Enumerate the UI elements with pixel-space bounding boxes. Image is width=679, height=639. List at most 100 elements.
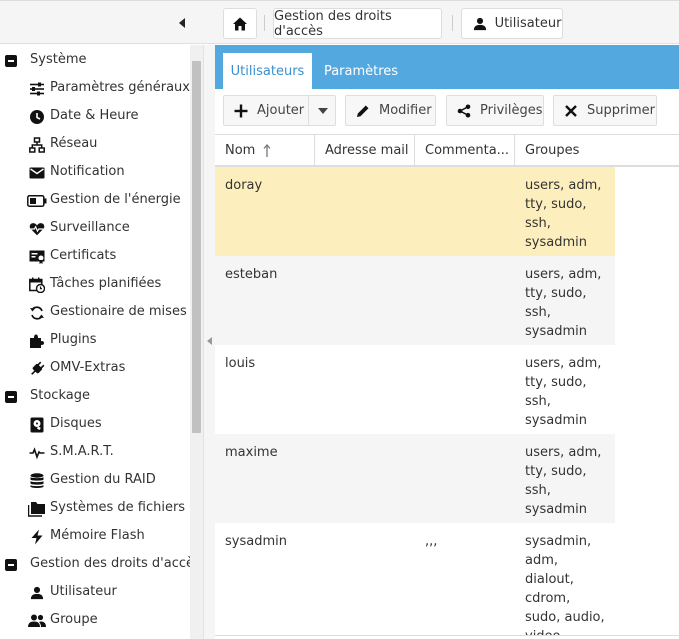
sidebar-item-label: OMV-Extras xyxy=(50,360,126,375)
collapse-sidebar-button[interactable] xyxy=(172,13,192,33)
column-header-comment[interactable]: Commenta... xyxy=(415,135,515,166)
cell-groups: users, adm, tty, sudo, ssh, sysadmin xyxy=(525,267,602,339)
puzzle-icon xyxy=(29,333,45,349)
cell-name: esteban xyxy=(225,267,278,282)
cell-mail xyxy=(315,256,415,345)
cell-name: louis xyxy=(225,356,256,371)
tab-parametres[interactable]: Paramètres xyxy=(318,53,404,89)
sidebar-item-taches-planifiees[interactable]: Tâches planifiées xyxy=(0,270,190,298)
cell-name: maxime xyxy=(225,445,278,460)
breadcrumb-home-button[interactable] xyxy=(223,8,257,39)
delete-button[interactable]: Supprimer xyxy=(553,95,657,126)
cell-groups: sysadmin, adm, dialout, cdrom, sudo, aud… xyxy=(525,534,605,635)
sidebar-item-smart[interactable]: S.M.A.R.T. xyxy=(0,438,190,466)
add-button-label: Ajouter xyxy=(257,103,305,118)
person-icon xyxy=(473,17,486,30)
flash-icon xyxy=(29,529,45,545)
breadcrumb-page-label: Utilisateur xyxy=(494,16,562,31)
home-icon xyxy=(233,17,247,30)
cell-comment xyxy=(415,167,515,256)
column-header-mail[interactable]: Adresse mail xyxy=(315,135,415,166)
breadcrumb-page[interactable]: Utilisateur xyxy=(461,8,563,39)
sidebar-item-surveillance[interactable]: Surveillance xyxy=(0,214,190,242)
sidebar-item-gestion-energie[interactable]: Gestion de l'énergie xyxy=(0,186,190,214)
sidebar-item-date-heure[interactable]: Date & Heure xyxy=(0,102,190,130)
edit-button-label: Modifier xyxy=(379,103,432,118)
sidebar-section-label: Système xyxy=(30,52,87,67)
tab-utilisateurs[interactable]: Utilisateurs xyxy=(223,53,312,89)
cell-mail xyxy=(315,523,415,635)
cell-groups: users, adm, tty, sudo, ssh, sysadmin xyxy=(525,178,602,250)
sidebar-item-mises-a-jour[interactable]: Gestionaire de mises à xyxy=(0,298,199,326)
column-header-name[interactable]: Nom xyxy=(215,135,315,166)
plug-icon xyxy=(29,361,45,377)
disk-icon xyxy=(29,417,45,433)
share-icon xyxy=(456,103,472,119)
sliders-icon xyxy=(29,81,45,97)
pencil-icon xyxy=(355,103,371,119)
folders-icon xyxy=(28,501,46,517)
collapse-minus-icon xyxy=(5,55,17,67)
sidebar-splitter-handle[interactable] xyxy=(204,45,215,639)
cell-comment xyxy=(415,345,515,434)
top-bar: Gestion des droits d'accès Utilisateur xyxy=(0,0,679,44)
sidebar-item-systemes-fichiers[interactable]: Systèmes de fichiers xyxy=(0,494,190,522)
sidebar-item-label: Utilisateur xyxy=(50,584,117,599)
breadcrumb-section[interactable]: Gestion des droits d'accès xyxy=(273,8,442,39)
sidebar-item-memoire-flash[interactable]: Mémoire Flash xyxy=(0,522,190,550)
heartbeat-icon xyxy=(29,221,45,237)
sidebar-section-label: Gestion des droits d'accès xyxy=(30,556,201,571)
privileges-button[interactable]: Privilèges xyxy=(446,95,544,126)
sidebar-item-label: Systèmes de fichiers xyxy=(50,500,186,515)
cell-groups: users, adm, tty, sudo, ssh, sysadmin xyxy=(525,356,602,428)
table-row[interactable]: sysadmin ,,, sysadmin, adm, dialout, cdr… xyxy=(215,523,615,635)
group-icon xyxy=(28,613,46,629)
edit-button[interactable]: Modifier xyxy=(345,95,436,126)
sidebar-section-droits[interactable]: Gestion des droits d'accès xyxy=(0,550,201,578)
battery-icon xyxy=(27,193,47,209)
sidebar-item-plugins[interactable]: Plugins xyxy=(0,326,190,354)
database-icon xyxy=(29,473,45,489)
clock-icon xyxy=(29,109,45,125)
sidebar-item-raid[interactable]: Gestion du RAID xyxy=(0,466,190,494)
cell-mail xyxy=(315,167,415,256)
sidebar-scrollbar[interactable] xyxy=(190,45,203,639)
column-header-groups[interactable]: Groupes xyxy=(515,135,679,166)
sidebar-item-groupe[interactable]: Groupe xyxy=(0,606,190,634)
sidebar-item-label: Gestion du RAID xyxy=(50,472,156,487)
main-panel: Utilisateurs Paramètres Ajouter Modifier… xyxy=(215,45,679,639)
add-button[interactable]: Ajouter xyxy=(223,95,336,126)
sidebar-item-omv-extras[interactable]: OMV-Extras xyxy=(0,354,190,382)
sidebar-item-notification[interactable]: Notification xyxy=(0,158,190,186)
sidebar-item-label: Disques xyxy=(50,416,102,431)
sidebar-scrollbar-thumb[interactable] xyxy=(192,61,201,433)
sidebar-item-label: Gestion de l'énergie xyxy=(50,192,181,207)
network-icon xyxy=(29,137,45,153)
cell-name: doray xyxy=(225,178,263,193)
sidebar-item-parametres-generaux[interactable]: Paramètres généraux xyxy=(0,74,190,102)
sidebar-section-systeme[interactable]: Système xyxy=(0,46,190,74)
table-row[interactable]: esteban users, adm, tty, sudo, ssh, sysa… xyxy=(215,256,615,345)
sidebar-item-label: Certificats xyxy=(50,248,117,263)
sidebar-item-disques[interactable]: Disques xyxy=(0,410,190,438)
sidebar-item-label: Gestionaire de mises à xyxy=(50,304,199,319)
sidebar-item-certificats[interactable]: Certificats xyxy=(0,242,190,270)
table-row[interactable]: doray users, adm, tty, sudo, ssh, sysadm… xyxy=(215,167,615,256)
sidebar-section-label: Stockage xyxy=(30,388,90,403)
chevron-down-icon[interactable] xyxy=(318,108,328,114)
sidebar-section-stockage[interactable]: Stockage xyxy=(0,382,190,410)
cell-groups: users, adm, tty, sudo, ssh, sysadmin xyxy=(525,445,602,517)
table-row[interactable]: maxime users, adm, tty, sudo, ssh, sysad… xyxy=(215,434,615,523)
sidebar-item-reseau[interactable]: Réseau xyxy=(0,130,190,158)
sidebar-item-label: Notification xyxy=(50,164,125,179)
sidebar-item-label: Plugins xyxy=(50,332,97,347)
collapse-minus-icon xyxy=(5,391,17,403)
table-row[interactable]: louis users, adm, tty, sudo, ssh, sysadm… xyxy=(215,345,615,434)
delete-button-label: Supprimer xyxy=(587,103,655,118)
sidebar-item-label: Mémoire Flash xyxy=(50,528,145,543)
sidebar: Système Paramètres généraux Date & Heure… xyxy=(0,45,204,639)
sidebar-item-utilisateur[interactable]: Utilisateur xyxy=(0,578,190,606)
cell-comment: ,,, xyxy=(425,534,438,549)
column-header-label: Nom xyxy=(225,143,256,158)
collapse-minus-icon xyxy=(5,559,17,571)
